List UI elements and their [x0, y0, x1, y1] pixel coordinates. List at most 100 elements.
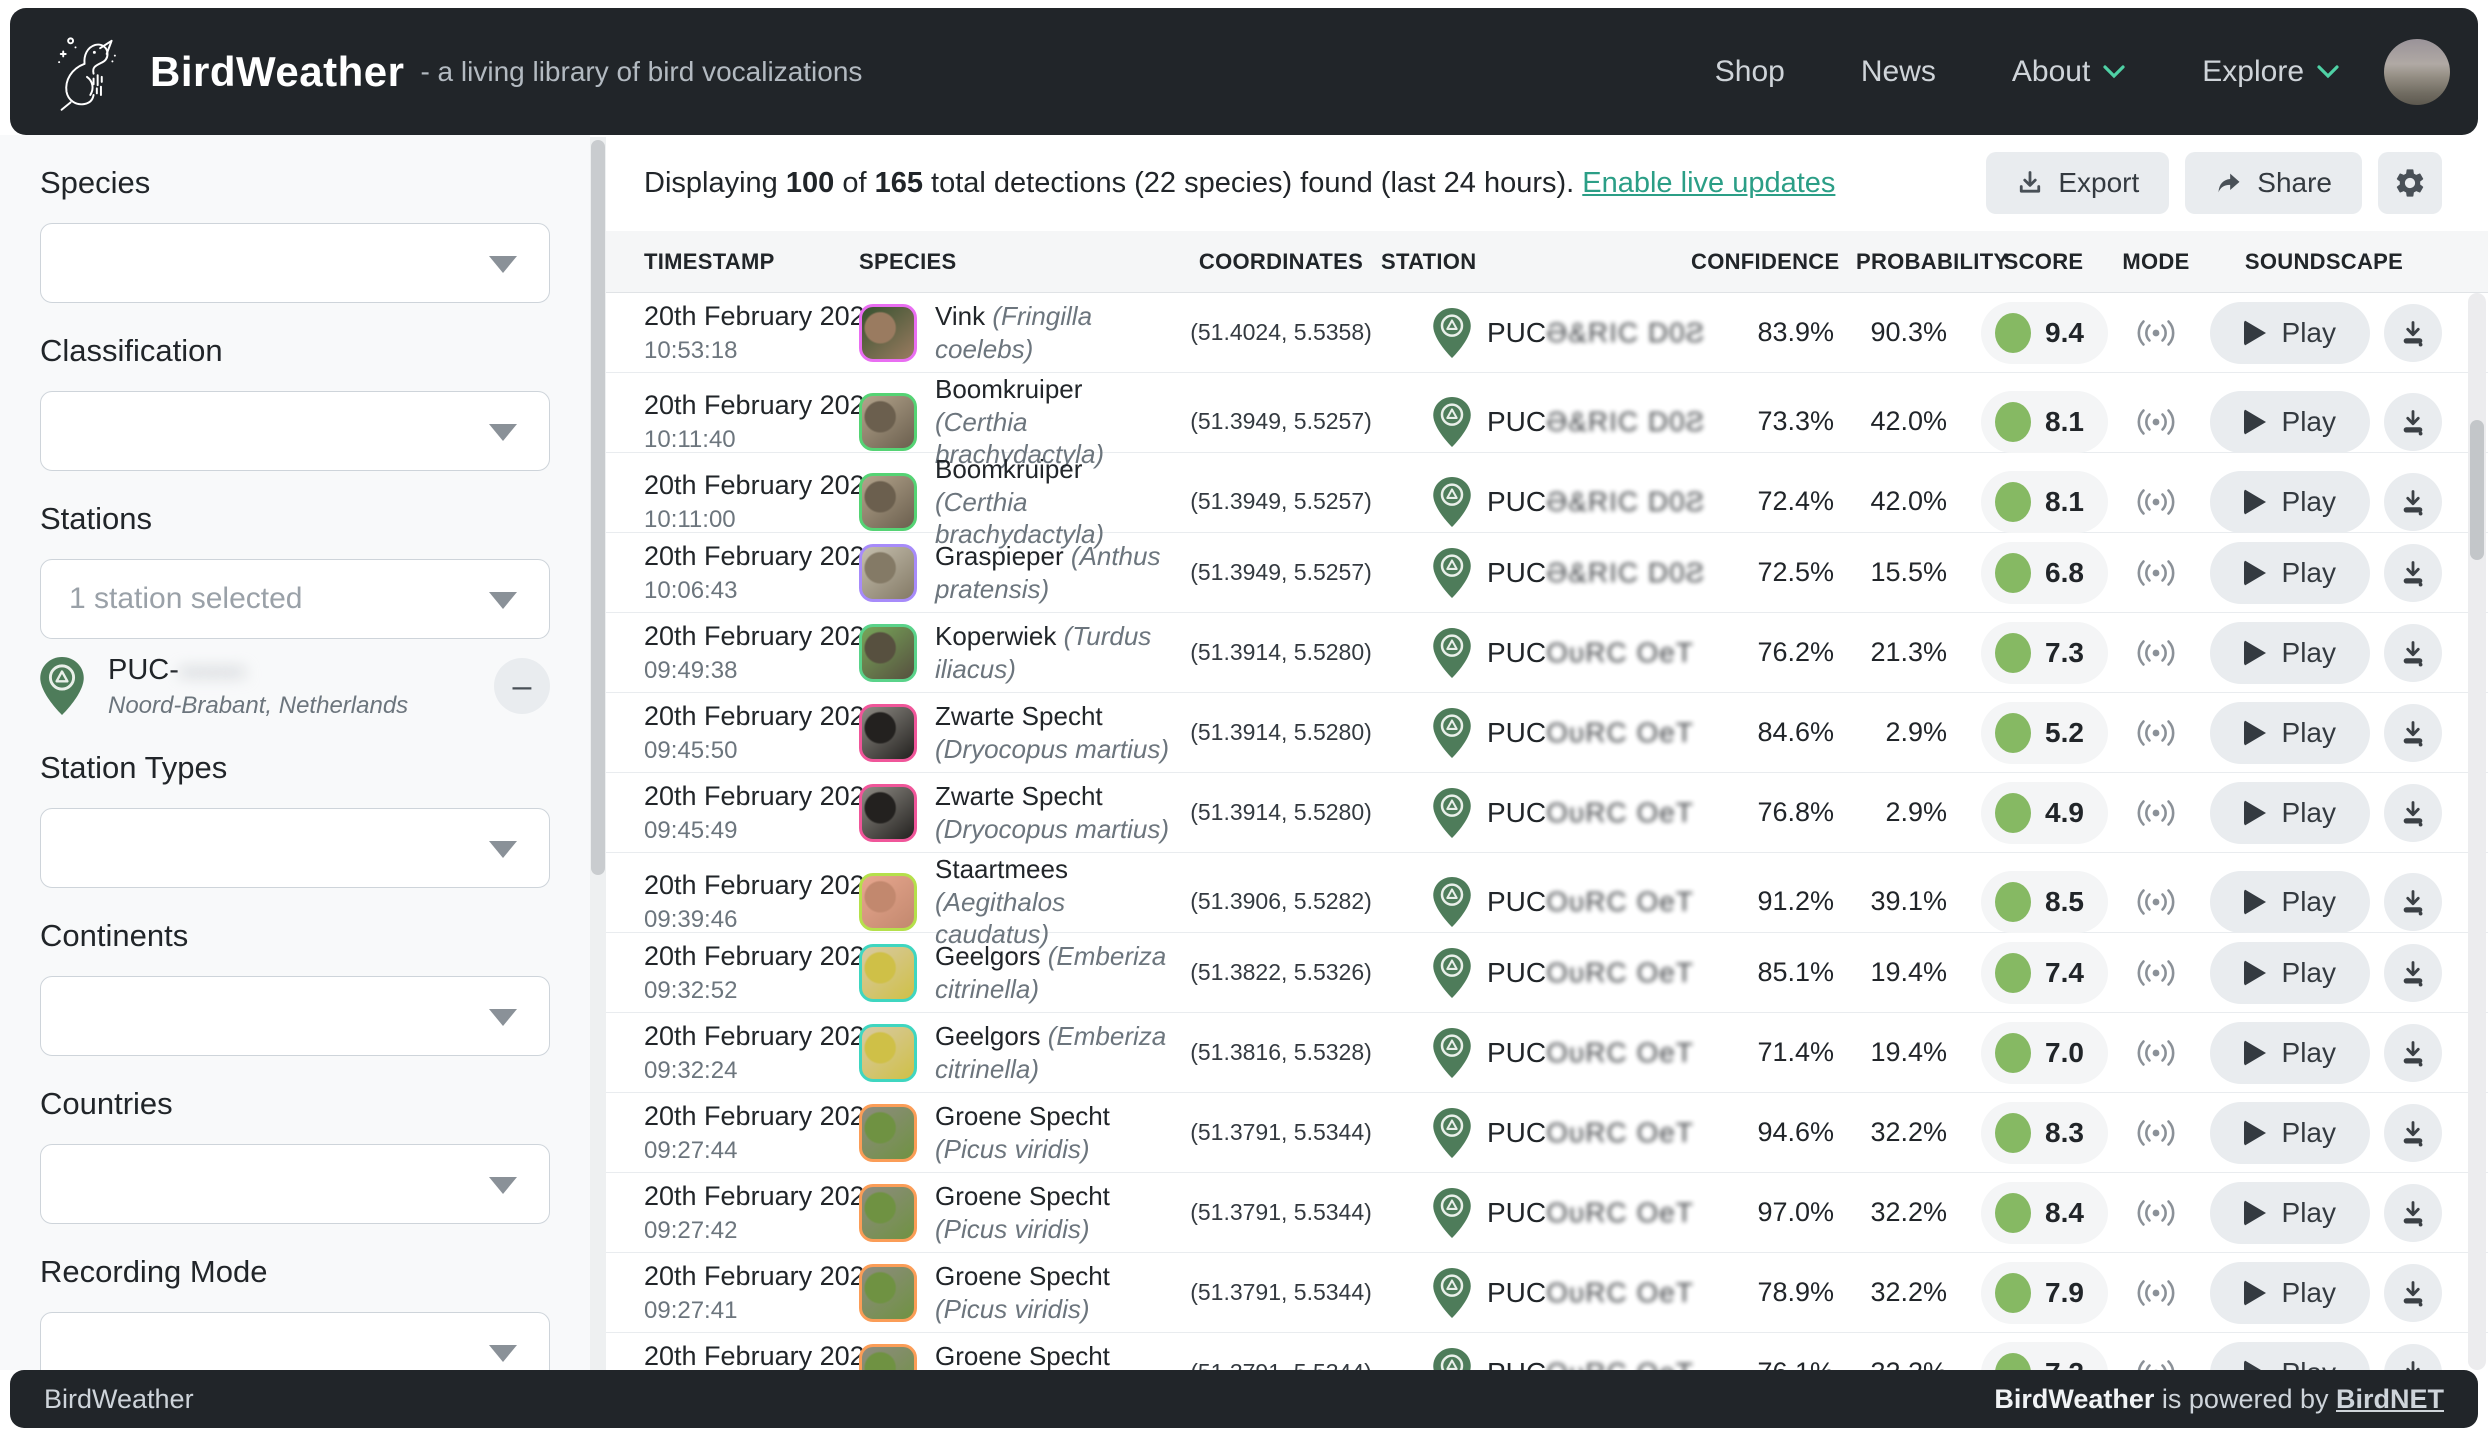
station-link[interactable]: PUCƏ&RIC D0Ƨ [1381, 308, 1691, 358]
play-button[interactable]: Play [2210, 702, 2370, 764]
download-button[interactable] [2384, 784, 2442, 842]
species-name[interactable]: Groene Specht [935, 1181, 1110, 1211]
station-link[interactable]: PUCOᴜRC OeT [1381, 1108, 1691, 1158]
score-badge: 8.1 [1981, 471, 2108, 533]
station-link[interactable]: PUCƏ&RIC D0Ƨ [1381, 397, 1691, 447]
enable-live-updates-link[interactable]: Enable live updates [1582, 167, 1835, 199]
species-name[interactable]: Koperwiek [935, 621, 1056, 651]
settings-button[interactable] [2378, 152, 2442, 214]
species-name[interactable]: Geelgors [935, 941, 1041, 971]
continents-dropdown[interactable] [40, 976, 550, 1056]
species-thumbnail[interactable] [859, 944, 917, 1002]
download-button[interactable] [2384, 393, 2442, 451]
nav-shop[interactable]: Shop [1715, 55, 1785, 89]
countries-dropdown[interactable] [40, 1144, 550, 1224]
station-link[interactable]: PUCOᴜRC OeT [1381, 1188, 1691, 1238]
species-name[interactable]: Boomkruiper [935, 374, 1082, 404]
download-button[interactable] [2384, 944, 2442, 1002]
download-button[interactable] [2384, 1184, 2442, 1242]
classification-dropdown[interactable] [40, 391, 550, 471]
sidebar-scrollbar-thumb[interactable] [591, 140, 605, 875]
play-button[interactable]: Play [2210, 871, 2370, 933]
species-name[interactable]: Groene Specht [935, 1101, 1110, 1131]
remove-station-button[interactable]: – [494, 658, 550, 714]
play-button[interactable]: Play [2210, 542, 2370, 604]
station-name-redacted: OᴜRC OeT [1546, 957, 1694, 988]
play-button[interactable]: Play [2210, 1102, 2370, 1164]
play-button[interactable]: Play [2210, 1182, 2370, 1244]
station-link[interactable]: PUCOᴜRC OeT [1381, 948, 1691, 998]
species-thumbnail[interactable] [859, 1184, 917, 1242]
download-button[interactable] [2384, 624, 2442, 682]
recording-mode-dropdown[interactable] [40, 1312, 550, 1370]
download-button[interactable] [2384, 1344, 2442, 1371]
species-name[interactable]: Groene Specht [935, 1261, 1110, 1291]
species-thumbnail[interactable] [859, 393, 917, 451]
download-button[interactable] [2384, 1024, 2442, 1082]
station-types-dropdown[interactable] [40, 808, 550, 888]
play-button[interactable]: Play [2210, 942, 2370, 1004]
species-thumbnail[interactable] [859, 784, 917, 842]
species-thumbnail[interactable] [859, 1104, 917, 1162]
species-name[interactable]: Zwarte Specht [935, 701, 1103, 731]
species-name[interactable]: Graspieper [935, 541, 1064, 571]
play-button[interactable]: Play [2210, 391, 2370, 453]
detection-date: 20th February 2026 [644, 301, 859, 332]
brand-title[interactable]: BirdWeather [150, 48, 404, 96]
station-link[interactable]: PUCOᴜRC OeT [1381, 1348, 1691, 1371]
download-button[interactable] [2384, 544, 2442, 602]
species-name[interactable]: Groene Specht [935, 1341, 1110, 1370]
nav-explore[interactable]: Explore [2202, 55, 2340, 89]
user-avatar[interactable] [2384, 39, 2450, 105]
download-button[interactable] [2384, 473, 2442, 531]
birdweather-logo-icon[interactable] [46, 31, 128, 113]
species-name[interactable]: Staartmees [935, 854, 1068, 884]
species-name[interactable]: Geelgors [935, 1021, 1041, 1051]
station-link[interactable]: PUCOᴜRC OeT [1381, 628, 1691, 678]
species-name[interactable]: Boomkruiper [935, 454, 1082, 484]
download-button[interactable] [2384, 704, 2442, 762]
broadcast-mode-icon [2130, 1036, 2182, 1070]
download-button[interactable] [2384, 1104, 2442, 1162]
play-button[interactable]: Play [2210, 622, 2370, 684]
score-value: 7.3 [2045, 637, 2084, 669]
species-thumbnail[interactable] [859, 304, 917, 362]
species-thumbnail[interactable] [859, 1024, 917, 1082]
station-link[interactable]: PUCOᴜRC OeT [1381, 1268, 1691, 1318]
station-link[interactable]: PUCOᴜRC OeT [1381, 708, 1691, 758]
species-thumbnail[interactable] [859, 704, 917, 762]
station-link[interactable]: PUCƏ&RIC D0Ƨ [1381, 477, 1691, 527]
play-button[interactable]: Play [2210, 1342, 2370, 1371]
stations-dropdown[interactable]: 1 station selected [40, 559, 550, 639]
species-name[interactable]: Vink [935, 301, 985, 331]
play-button[interactable]: Play [2210, 302, 2370, 364]
station-link[interactable]: PUCOᴜRC OeT [1381, 877, 1691, 927]
table-scrollbar-thumb[interactable] [2470, 420, 2484, 560]
station-link[interactable]: PUCOᴜRC OeT [1381, 1028, 1691, 1078]
species-thumbnail[interactable] [859, 624, 917, 682]
station-link[interactable]: PUCƏ&RIC D0Ƨ [1381, 548, 1691, 598]
nav-news[interactable]: News [1861, 55, 1936, 89]
nav-about[interactable]: About [2012, 55, 2126, 89]
species-name[interactable]: Zwarte Specht [935, 781, 1103, 811]
species-dropdown[interactable] [40, 223, 550, 303]
download-button[interactable] [2384, 873, 2442, 931]
species-thumbnail[interactable] [859, 1344, 917, 1371]
species-thumbnail[interactable] [859, 873, 917, 931]
play-button[interactable]: Play [2210, 471, 2370, 533]
export-button[interactable]: Export [1986, 152, 2169, 214]
selected-station-item[interactable]: PUC-mmmm Noord-Brabant, Netherlands – [40, 653, 550, 720]
species-thumbnail[interactable] [859, 473, 917, 531]
birdnet-link[interactable]: BirdNET [2336, 1384, 2444, 1414]
download-button[interactable] [2384, 304, 2442, 362]
play-button[interactable]: Play [2210, 1022, 2370, 1084]
play-button[interactable]: Play [2210, 1262, 2370, 1324]
chevron-down-icon [489, 592, 517, 609]
probability-value: 21.3% [1856, 637, 1981, 668]
station-link[interactable]: PUCOᴜRC OeT [1381, 788, 1691, 838]
play-button[interactable]: Play [2210, 782, 2370, 844]
species-thumbnail[interactable] [859, 544, 917, 602]
share-button[interactable]: Share [2185, 152, 2362, 214]
download-button[interactable] [2384, 1264, 2442, 1322]
species-thumbnail[interactable] [859, 1264, 917, 1322]
